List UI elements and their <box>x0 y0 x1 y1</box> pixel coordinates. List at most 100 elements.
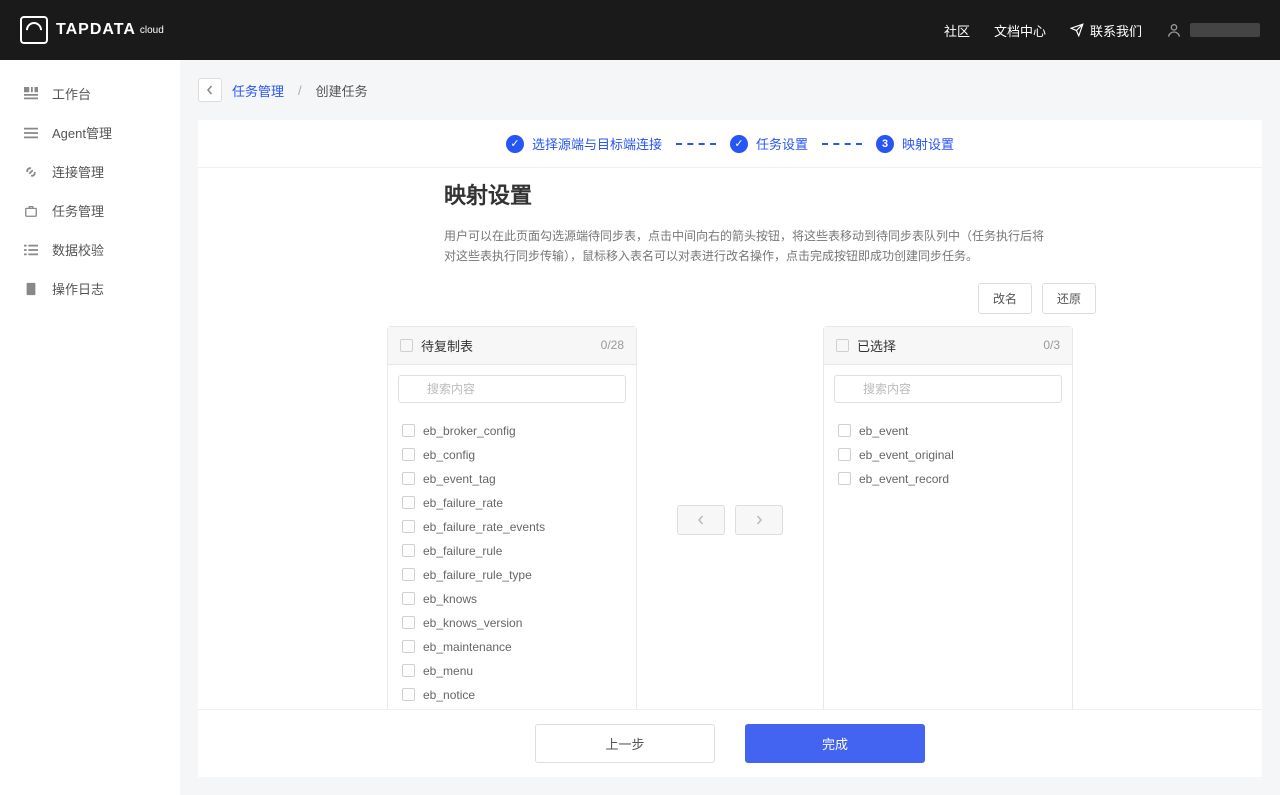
breadcrumb-current: 创建任务 <box>316 81 368 100</box>
send-icon <box>1070 23 1084 37</box>
user-name-placeholder <box>1190 23 1260 37</box>
step-number-icon: 3 <box>876 135 894 153</box>
sidebar-item-label: 连接管理 <box>52 162 104 181</box>
logo-icon <box>20 16 48 44</box>
transfer-controls <box>677 326 783 709</box>
item-label: eb_event_tag <box>423 472 496 486</box>
step-3[interactable]: 3 映射设置 <box>876 134 954 153</box>
transfer-target-title: 已选择 <box>857 336 896 355</box>
check-icon: ✓ <box>506 135 524 153</box>
steps: ✓ 选择源端与目标端连接 ✓ 任务设置 3 映射设置 <box>198 120 1262 168</box>
logo-suffix: cloud <box>140 25 164 36</box>
list-item[interactable]: eb_notice <box>388 683 636 707</box>
item-checkbox[interactable] <box>402 448 415 461</box>
step-1[interactable]: ✓ 选择源端与目标端连接 <box>506 134 662 153</box>
list-item[interactable]: eb_broker_config <box>388 419 636 443</box>
breadcrumb-separator: / <box>298 83 302 98</box>
header-link-contact[interactable]: 联系我们 <box>1070 21 1142 40</box>
contact-label: 联系我们 <box>1090 21 1142 40</box>
page-desc: 用户可以在此页面勾选源端待同步表，点击中间向右的箭头按钮，将这些表移动到待同步表… <box>234 226 1054 267</box>
sidebar-item-workbench[interactable]: 工作台 <box>0 74 180 113</box>
item-checkbox[interactable] <box>402 616 415 629</box>
user-icon <box>1166 22 1182 38</box>
item-checkbox[interactable] <box>402 664 415 677</box>
list-item[interactable]: eb_failure_rate_events <box>388 515 636 539</box>
item-checkbox[interactable] <box>402 424 415 437</box>
item-label: eb_notice <box>423 688 475 702</box>
item-checkbox[interactable] <box>402 640 415 653</box>
item-label: eb_failure_rule <box>423 544 502 558</box>
dashboard-icon <box>24 87 38 101</box>
sidebar-item-tasks[interactable]: 任务管理 <box>0 191 180 230</box>
item-label: eb_knows_version <box>423 616 522 630</box>
list-item[interactable]: eb_failure_rule <box>388 539 636 563</box>
rename-button[interactable]: 改名 <box>978 283 1032 314</box>
item-label: eb_broker_config <box>423 424 516 438</box>
move-left-button[interactable] <box>677 505 725 535</box>
header-right: 社区 文档中心 联系我们 <box>944 21 1260 40</box>
sidebar-item-connections[interactable]: 连接管理 <box>0 152 180 191</box>
item-checkbox[interactable] <box>402 472 415 485</box>
briefcase-icon <box>24 204 38 218</box>
item-checkbox[interactable] <box>402 520 415 533</box>
chevron-right-icon <box>754 515 764 525</box>
restore-button[interactable]: 还原 <box>1042 283 1096 314</box>
logo[interactable]: TAPDATA cloud <box>20 16 164 44</box>
transfer-target-search[interactable] <box>834 375 1062 403</box>
breadcrumb-parent[interactable]: 任务管理 <box>232 81 284 100</box>
list-item[interactable]: eb_menu <box>388 659 636 683</box>
sidebar-item-label: 操作日志 <box>52 279 104 298</box>
header-link-community[interactable]: 社区 <box>944 21 970 40</box>
item-checkbox[interactable] <box>402 568 415 581</box>
item-label: eb_event_record <box>859 472 949 486</box>
back-button[interactable] <box>198 78 222 102</box>
list-item[interactable]: eb_config <box>388 443 636 467</box>
finish-button[interactable]: 完成 <box>745 724 925 763</box>
list-item[interactable]: eb_maintenance <box>388 635 636 659</box>
transfer-target-panel: 已选择 0/3 ⌕ eb_eventeb_event_originaleb_ev… <box>823 326 1073 709</box>
item-checkbox[interactable] <box>402 592 415 605</box>
file-icon <box>24 282 38 296</box>
chevron-left-icon <box>696 515 706 525</box>
main-content: 任务管理 / 创建任务 ✓ 选择源端与目标端连接 ✓ 任务设置 3 映射设置 <box>180 60 1280 795</box>
header-user[interactable] <box>1166 22 1260 38</box>
transfer-source-search[interactable] <box>398 375 626 403</box>
list-item[interactable]: eb_event_record <box>824 467 1072 491</box>
sidebar-item-verify[interactable]: 数据校验 <box>0 230 180 269</box>
item-checkbox[interactable] <box>838 424 851 437</box>
transfer-target-header: 已选择 0/3 <box>824 327 1072 365</box>
list-item[interactable]: eb_event_original <box>824 443 1072 467</box>
step-label: 选择源端与目标端连接 <box>532 134 662 153</box>
item-checkbox[interactable] <box>402 688 415 701</box>
list-item[interactable]: eb_event_tag <box>388 467 636 491</box>
transfer: 待复制表 0/28 ⌕ eb_broker_configeb_configeb_… <box>234 326 1226 709</box>
move-right-button[interactable] <box>735 505 783 535</box>
item-checkbox[interactable] <box>838 448 851 461</box>
sidebar-item-logs[interactable]: 操作日志 <box>0 269 180 308</box>
transfer-source-header: 待复制表 0/28 <box>388 327 636 365</box>
header-link-docs[interactable]: 文档中心 <box>994 21 1046 40</box>
item-checkbox[interactable] <box>402 496 415 509</box>
item-label: eb_config <box>423 448 475 462</box>
step-2[interactable]: ✓ 任务设置 <box>730 134 808 153</box>
select-all-checkbox[interactable] <box>836 339 849 352</box>
item-label: eb_knows <box>423 592 477 606</box>
transfer-target-count: 0/3 <box>1043 338 1060 352</box>
sidebar-item-label: 工作台 <box>52 84 91 103</box>
sidebar: 工作台 Agent管理 连接管理 任务管理 数据校验 操作日志 <box>0 60 180 795</box>
item-checkbox[interactable] <box>838 472 851 485</box>
list-item[interactable]: eb_knows <box>388 587 636 611</box>
sidebar-item-label: 任务管理 <box>52 201 104 220</box>
item-checkbox[interactable] <box>402 544 415 557</box>
select-all-checkbox[interactable] <box>400 339 413 352</box>
item-label: eb_failure_rate_events <box>423 520 545 534</box>
list-item[interactable]: eb_event <box>824 419 1072 443</box>
list-item[interactable]: eb_failure_rule_type <box>388 563 636 587</box>
list-item[interactable]: eb_knows_version <box>388 611 636 635</box>
menu-icon <box>24 126 38 140</box>
sidebar-item-agent[interactable]: Agent管理 <box>0 113 180 152</box>
prev-step-button[interactable]: 上一步 <box>535 724 715 763</box>
list-item[interactable]: eb_failure_rate <box>388 491 636 515</box>
chevron-left-icon <box>205 85 215 95</box>
logo-text: TAPDATA <box>56 21 136 39</box>
